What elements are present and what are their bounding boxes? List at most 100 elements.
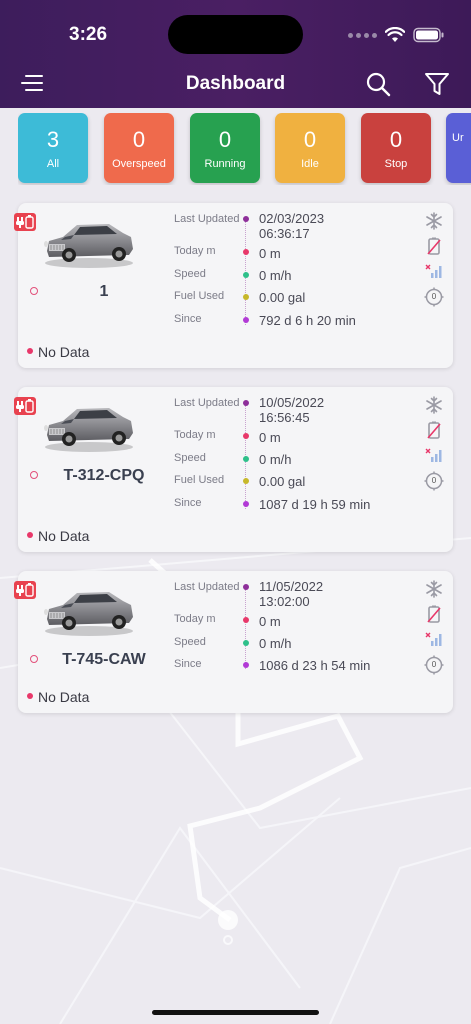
snowflake-icon	[424, 395, 444, 415]
odometer-icon: 0	[424, 655, 444, 675]
home-indicator[interactable]	[152, 1010, 319, 1015]
no-data-status: No Data	[27, 344, 89, 360]
no-data-status: No Data	[27, 689, 89, 705]
plug-icon	[14, 213, 36, 231]
tile-all[interactable]: 3 All	[18, 113, 88, 183]
today-label: Today m	[174, 429, 216, 441]
since-value: 792 d 6 h 20 min	[259, 313, 356, 328]
since-label: Since	[174, 497, 202, 509]
odometer-icon: 0	[424, 287, 444, 307]
app-header: 3:26 Dashboard	[0, 0, 471, 108]
tile-count	[452, 113, 471, 127]
last-updated-label: Last Updated	[174, 213, 240, 225]
fuel-dot	[243, 294, 249, 300]
wifi-icon	[385, 27, 405, 42]
tile-label: Overspeed	[112, 158, 166, 170]
speed-dot	[243, 456, 249, 462]
battery-off-icon	[424, 420, 444, 440]
today-value: 0 m	[259, 614, 281, 629]
odometer-value: 0	[431, 476, 437, 485]
tile-label: Running	[204, 158, 246, 170]
odometer-value: 0	[431, 292, 437, 301]
battery-icon	[413, 27, 444, 43]
filter-icon[interactable]	[423, 70, 451, 98]
fuel-used-value: 0.00 gal	[259, 474, 306, 489]
tile-label: Ur	[452, 132, 464, 144]
today-label: Today m	[174, 245, 216, 257]
fuel-dot	[243, 478, 249, 484]
speed-dot	[243, 640, 249, 646]
snowflake-icon	[424, 579, 444, 599]
no-data-label: No Data	[38, 528, 90, 544]
since-label: Since	[174, 658, 202, 670]
odometer-value: 0	[431, 660, 437, 669]
last-updated-label: Last Updated	[174, 581, 240, 593]
dynamic-island	[168, 15, 303, 54]
signal-off-icon	[424, 445, 444, 465]
car-image	[43, 397, 135, 453]
last-updated-date: 02/03/2023	[259, 211, 325, 226]
vehicle-plate: 1	[99, 283, 109, 300]
status-icons	[348, 24, 445, 46]
tile-overspeed[interactable]: 0 Overspeed	[104, 113, 174, 183]
since-value: 1087 d 19 h 59 min	[259, 497, 371, 512]
vehicle-card[interactable]: 1 No Data Last Updated 02/03/2023 06:36:…	[14, 203, 453, 368]
since-dot	[243, 501, 249, 507]
speed-dot	[243, 272, 249, 278]
car-image	[43, 581, 135, 637]
last-updated-time: 13:02:00	[259, 594, 310, 609]
search-icon[interactable]	[365, 71, 391, 97]
last-updated-dot	[243, 584, 249, 590]
vehicle-card[interactable]: T-745-CAW No Data Last Updated 11/05/202…	[14, 571, 453, 713]
speed-label: Speed	[174, 452, 206, 464]
no-data-status: No Data	[27, 528, 89, 544]
last-updated-time: 16:56:45	[259, 410, 310, 425]
fuel-used-value: 0.00 gal	[259, 290, 306, 305]
vehicle-plate: T-312-CPQ	[63, 467, 145, 484]
speed-value: 0 m/h	[259, 636, 292, 651]
today-value: 0 m	[259, 430, 281, 445]
last-updated-time: 06:36:17	[259, 226, 310, 241]
today-dot	[243, 249, 249, 255]
today-dot	[243, 617, 249, 623]
tile-label: Idle	[301, 158, 319, 170]
tile-count: 0	[218, 127, 232, 152]
no-data-label: No Data	[38, 344, 90, 360]
signal-off-icon	[424, 629, 444, 649]
plug-icon	[14, 397, 36, 415]
tile-count: 0	[303, 127, 317, 152]
today-value: 0 m	[259, 246, 281, 261]
page-title: Dashboard	[185, 73, 286, 94]
since-label: Since	[174, 313, 202, 325]
speed-label: Speed	[174, 268, 206, 280]
last-updated-dot	[243, 216, 249, 222]
status-time: 3:26	[69, 24, 108, 45]
speed-value: 0 m/h	[259, 268, 292, 283]
tile-label: Stop	[384, 158, 408, 170]
since-dot	[243, 317, 249, 323]
odometer-icon: 0	[424, 471, 444, 491]
status-ring	[30, 471, 38, 479]
fuel-used-label: Fuel Used	[174, 290, 225, 302]
since-value: 1086 d 23 h 54 min	[259, 658, 371, 673]
last-updated-date: 10/05/2022	[259, 395, 325, 410]
vehicle-card[interactable]: T-312-CPQ No Data Last Updated 10/05/202…	[14, 387, 453, 552]
tile-count: 3	[46, 127, 60, 152]
today-dot	[243, 433, 249, 439]
last-updated-dot	[243, 400, 249, 406]
tile-stop[interactable]: 0 Stop	[361, 113, 431, 183]
speed-value: 0 m/h	[259, 452, 292, 467]
since-dot	[243, 662, 249, 668]
tile-label: All	[46, 158, 60, 170]
tile-count: 0	[389, 127, 403, 152]
tile-idle[interactable]: 0 Idle	[275, 113, 345, 183]
tile-unknown[interactable]: Ur	[446, 113, 471, 183]
car-image	[43, 213, 135, 269]
status-ring	[30, 287, 38, 295]
no-data-label: No Data	[38, 689, 90, 705]
signal-off-icon	[424, 261, 444, 281]
timeline-line	[245, 589, 246, 669]
last-updated-date: 11/05/2022	[259, 579, 324, 594]
status-ring	[30, 655, 38, 663]
tile-running[interactable]: 0 Running	[190, 113, 260, 183]
